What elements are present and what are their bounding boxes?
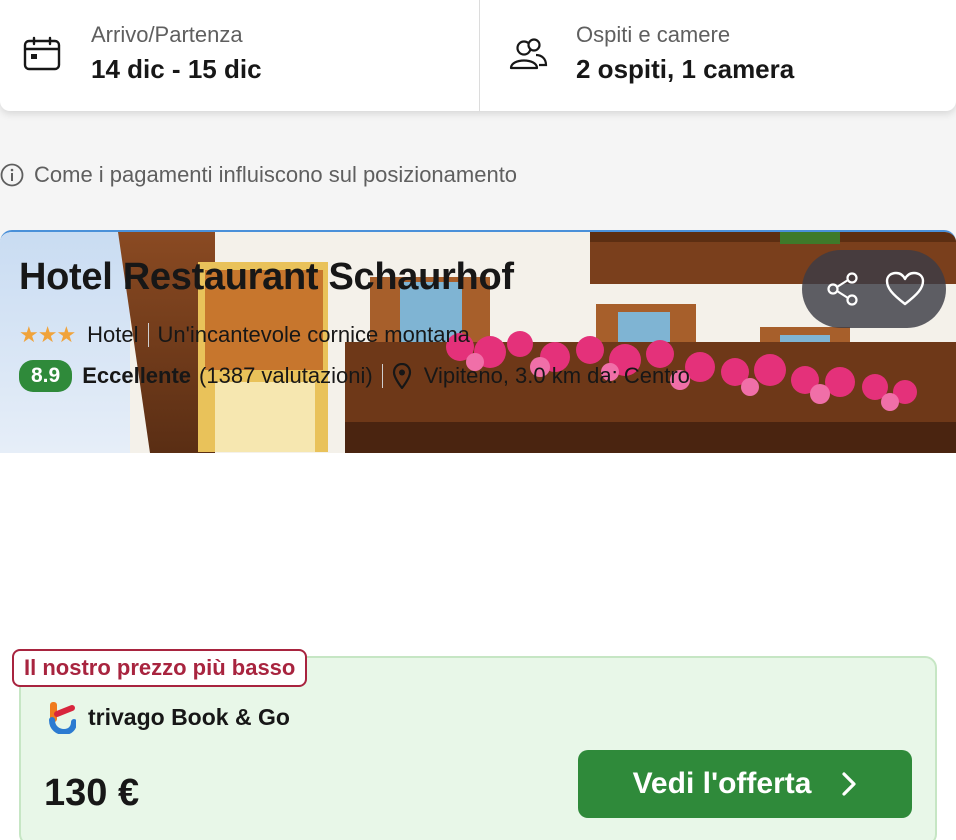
- trivago-logo-icon: [49, 702, 76, 734]
- hotel-location: Vipiteno, 3.0 km da: Centro: [423, 363, 690, 388]
- rating-label: Eccellente: [82, 363, 192, 388]
- hotel-type: Hotel: [87, 322, 139, 347]
- guests-label: Ospiti e camere: [576, 22, 731, 47]
- hotel-meta: ★★★ Hotel Un'incantevole cornice montana: [19, 322, 470, 348]
- ranking-info-link[interactable]: Come i pagamenti influiscono sul posizio…: [0, 162, 517, 188]
- dates-value: 14 dic - 15 dic: [91, 54, 262, 84]
- divider: [381, 364, 383, 388]
- hotel-name[interactable]: Hotel Restaurant Schaurhof: [19, 256, 514, 299]
- ranking-info-text: Come i pagamenti influiscono sul posizio…: [34, 162, 518, 187]
- guests-value: 2 ospiti, 1 camera: [576, 54, 795, 84]
- rating-badge: 8.9: [19, 360, 73, 392]
- favorite-button[interactable]: [883, 267, 927, 311]
- review-count: (1387 valutazioni): [199, 363, 373, 388]
- offer-provider: trivago Book & Go: [48, 700, 290, 734]
- users-icon: [509, 38, 548, 70]
- offer-price: 130 €: [44, 772, 140, 814]
- heart-icon: [885, 271, 925, 306]
- chevron-right-icon: [842, 772, 857, 796]
- search-bar: Arrivo/Partenza 14 dic - 15 dic Ospiti e…: [0, 0, 956, 111]
- location-pin-icon: [392, 363, 411, 389]
- view-offer-label: Vedi l'offerta: [632, 767, 812, 800]
- share-icon: [827, 272, 858, 306]
- dates-label: Arrivo/Partenza: [91, 22, 243, 47]
- divider: [147, 323, 149, 347]
- photo-actions: [802, 250, 946, 328]
- dates-selector[interactable]: Arrivo/Partenza 14 dic - 15 dic: [0, 0, 480, 111]
- share-button[interactable]: [821, 267, 865, 311]
- lowest-price-tag: Il nostro prezzo più basso: [12, 649, 308, 687]
- star-rating: ★★★: [19, 322, 76, 347]
- rating-row[interactable]: 8.9 Eccellente (1387 valutazioni) Vipite…: [19, 360, 690, 392]
- guests-selector[interactable]: Ospiti e camere 2 ospiti, 1 camera: [480, 0, 956, 111]
- view-offer-button[interactable]: Vedi l'offerta: [578, 750, 912, 818]
- info-icon: [0, 163, 24, 187]
- provider-name: trivago Book & Go: [88, 703, 290, 730]
- hotel-tagline: Un'incantevole cornice montana: [157, 322, 470, 347]
- calendar-icon: [23, 36, 61, 71]
